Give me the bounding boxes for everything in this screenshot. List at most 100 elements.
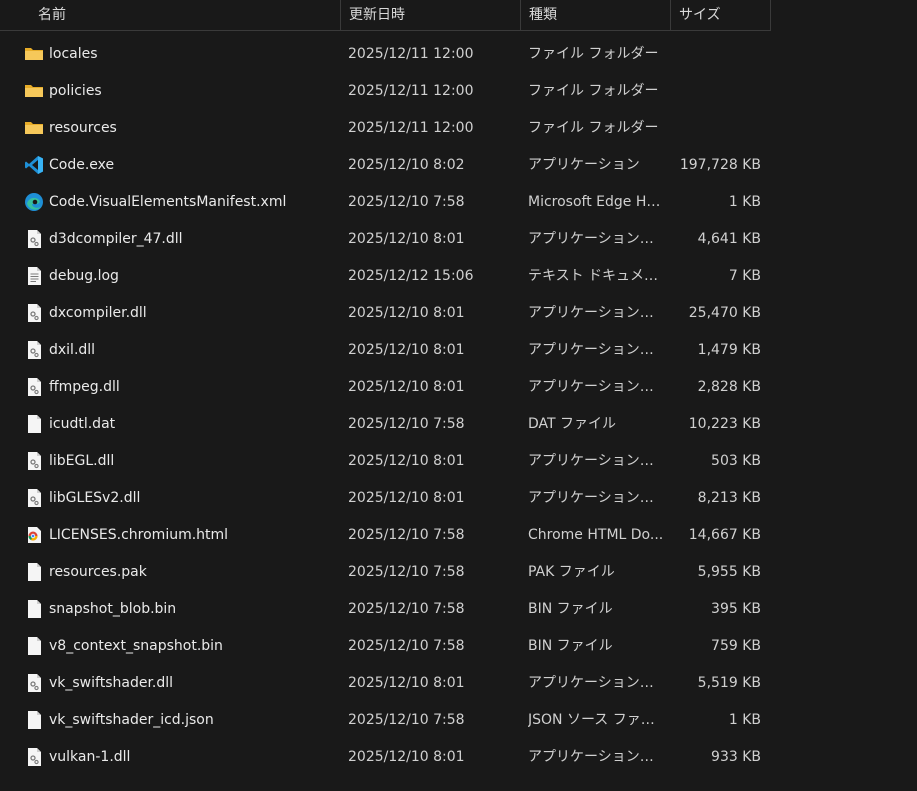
file-size: 5,519 KB — [697, 675, 761, 691]
file-size: 14,667 KB — [688, 527, 761, 543]
file-name: vk_swiftshader.dll — [49, 675, 174, 691]
blank-file-icon — [24, 414, 44, 434]
file-row[interactable]: policies 2025/12/11 12:00 ファイル フォルダー — [0, 73, 771, 110]
file-name: debug.log — [49, 268, 119, 284]
file-row[interactable]: vk_swiftshader.dll 2025/12/10 8:01 アプリケーショ… — [0, 665, 771, 702]
file-type: アプリケーション拡張 — [528, 749, 664, 765]
file-date: 2025/12/10 8:01 — [348, 453, 465, 469]
file-name: vulkan-1.dll — [49, 749, 131, 765]
dll-file-icon — [24, 229, 44, 249]
file-row[interactable]: d3dcompiler_47.dll 2025/12/10 8:01 アプリケーショ… — [0, 221, 771, 258]
edge-icon — [24, 192, 44, 212]
file-row[interactable]: vk_swiftshader_icd.json 2025/12/10 7:58 JS… — [0, 702, 771, 739]
file-name: v8_context_snapshot.bin — [49, 638, 223, 654]
file-size: 10,223 KB — [688, 416, 761, 432]
file-row[interactable]: libGLESv2.dll 2025/12/10 8:01 アプリケーション拡張 8,… — [0, 480, 771, 517]
column-header-size[interactable]: サイズ — [670, 0, 771, 30]
file-explorer-details-view: 名前 更新日時 種類 サイズ locales 2025/12/11 12:00 ファ… — [0, 0, 917, 791]
file-row[interactable]: debug.log 2025/12/12 15:06 テキスト ドキュメント 7 KB — [0, 258, 771, 295]
file-type: Microsoft Edge HT... — [528, 194, 664, 210]
text-file-icon — [24, 266, 44, 286]
file-name: resources.pak — [49, 564, 147, 580]
file-name: ffmpeg.dll — [49, 379, 120, 395]
column-header-type[interactable]: 種類 — [520, 0, 670, 30]
column-header-type-label: 種類 — [529, 7, 557, 23]
file-row[interactable]: icudtl.dat 2025/12/10 7:58 DAT ファイル 10,223 … — [0, 406, 771, 443]
file-row[interactable]: libEGL.dll 2025/12/10 8:01 アプリケーション拡張 503 K… — [0, 443, 771, 480]
file-row[interactable]: dxil.dll 2025/12/10 8:01 アプリケーション拡張 1,479 K… — [0, 332, 771, 369]
file-type: アプリケーション拡張 — [528, 490, 664, 506]
dll-file-icon — [24, 377, 44, 397]
file-name: dxil.dll — [49, 342, 96, 358]
file-date: 2025/12/10 8:02 — [348, 157, 465, 173]
vscode-icon — [24, 155, 44, 175]
column-header-name[interactable]: 名前 — [30, 0, 340, 30]
file-size: 503 KB — [711, 453, 761, 469]
file-name: icudtl.dat — [49, 416, 116, 432]
column-header-date-label: 更新日時 — [349, 7, 405, 23]
file-date: 2025/12/10 8:01 — [348, 305, 465, 321]
file-name: resources — [49, 120, 117, 136]
file-date: 2025/12/10 7:58 — [348, 712, 465, 728]
file-name: vk_swiftshader_icd.json — [49, 712, 214, 728]
file-type: アプリケーション拡張 — [528, 342, 664, 358]
file-type: Chrome HTML Do... — [528, 527, 664, 543]
file-size: 1,479 KB — [697, 342, 761, 358]
file-size — [670, 36, 761, 73]
file-type: アプリケーション拡張 — [528, 231, 664, 247]
file-size: 8,213 KB — [697, 490, 761, 506]
column-header-bar: 名前 更新日時 種類 サイズ — [0, 0, 771, 31]
file-date: 2025/12/10 8:01 — [348, 342, 465, 358]
file-list: locales 2025/12/11 12:00 ファイル フォルダー policie… — [0, 36, 917, 776]
file-type: アプリケーション拡張 — [528, 379, 664, 395]
file-date: 2025/12/10 7:58 — [348, 601, 465, 617]
file-type: アプリケーション拡張 — [528, 305, 664, 321]
file-row[interactable]: vulkan-1.dll 2025/12/10 8:01 アプリケーション拡張 933… — [0, 739, 771, 776]
file-name: policies — [49, 83, 102, 99]
file-date: 2025/12/12 15:06 — [348, 268, 474, 284]
file-type: ファイル フォルダー — [528, 46, 659, 62]
file-date: 2025/12/11 12:00 — [348, 83, 474, 99]
file-date: 2025/12/10 7:58 — [348, 564, 465, 580]
file-row[interactable]: LICENSES.chromium.html 2025/12/10 7:58 Chr… — [0, 517, 771, 554]
column-header-date[interactable]: 更新日時 — [340, 0, 520, 30]
column-header-name-label: 名前 — [38, 7, 66, 23]
file-name: LICENSES.chromium.html — [49, 527, 229, 543]
file-row[interactable]: dxcompiler.dll 2025/12/10 8:01 アプリケーション拡張 2… — [0, 295, 771, 332]
file-row[interactable]: snapshot_blob.bin 2025/12/10 7:58 BIN ファイル… — [0, 591, 771, 628]
file-size: 197,728 KB — [679, 157, 761, 173]
sort-ascending-icon — [207, 0, 219, 4]
blank-file-icon — [24, 562, 44, 582]
file-size: 1 KB — [728, 712, 761, 728]
blank-file-icon — [24, 710, 44, 730]
file-date: 2025/12/10 8:01 — [348, 749, 465, 765]
file-row[interactable]: v8_context_snapshot.bin 2025/12/10 7:58 BI… — [0, 628, 771, 665]
dll-file-icon — [24, 488, 44, 508]
file-date: 2025/12/11 12:00 — [348, 46, 474, 62]
file-name: Code.exe — [49, 157, 115, 173]
file-type: JSON ソース ファイル — [528, 712, 664, 728]
folder-icon — [24, 118, 44, 138]
file-row[interactable]: locales 2025/12/11 12:00 ファイル フォルダー — [0, 36, 771, 73]
file-type: ファイル フォルダー — [528, 83, 659, 99]
file-size: 7 KB — [728, 268, 761, 284]
file-date: 2025/12/10 8:01 — [348, 490, 465, 506]
chrome-icon — [24, 525, 44, 545]
file-size: 5,955 KB — [697, 564, 761, 580]
file-row[interactable]: resources.pak 2025/12/10 7:58 PAK ファイル 5,95… — [0, 554, 771, 591]
file-row[interactable]: resources 2025/12/11 12:00 ファイル フォルダー — [0, 110, 771, 147]
file-name: libEGL.dll — [49, 453, 115, 469]
file-size: 1 KB — [728, 194, 761, 210]
dll-file-icon — [24, 303, 44, 323]
file-type: BIN ファイル — [528, 601, 613, 617]
file-size: 395 KB — [711, 601, 761, 617]
file-row[interactable]: ffmpeg.dll 2025/12/10 8:01 アプリケーション拡張 2,828… — [0, 369, 771, 406]
file-row[interactable]: Code.VisualElementsManifest.xml 2025/12/1… — [0, 184, 771, 221]
file-date: 2025/12/10 8:01 — [348, 231, 465, 247]
file-date: 2025/12/10 8:01 — [348, 675, 465, 691]
file-size: 2,828 KB — [697, 379, 761, 395]
dll-file-icon — [24, 747, 44, 767]
file-type: DAT ファイル — [528, 416, 617, 432]
file-size — [670, 73, 761, 110]
file-row[interactable]: Code.exe 2025/12/10 8:02 アプリケーション 197,728 K… — [0, 147, 771, 184]
